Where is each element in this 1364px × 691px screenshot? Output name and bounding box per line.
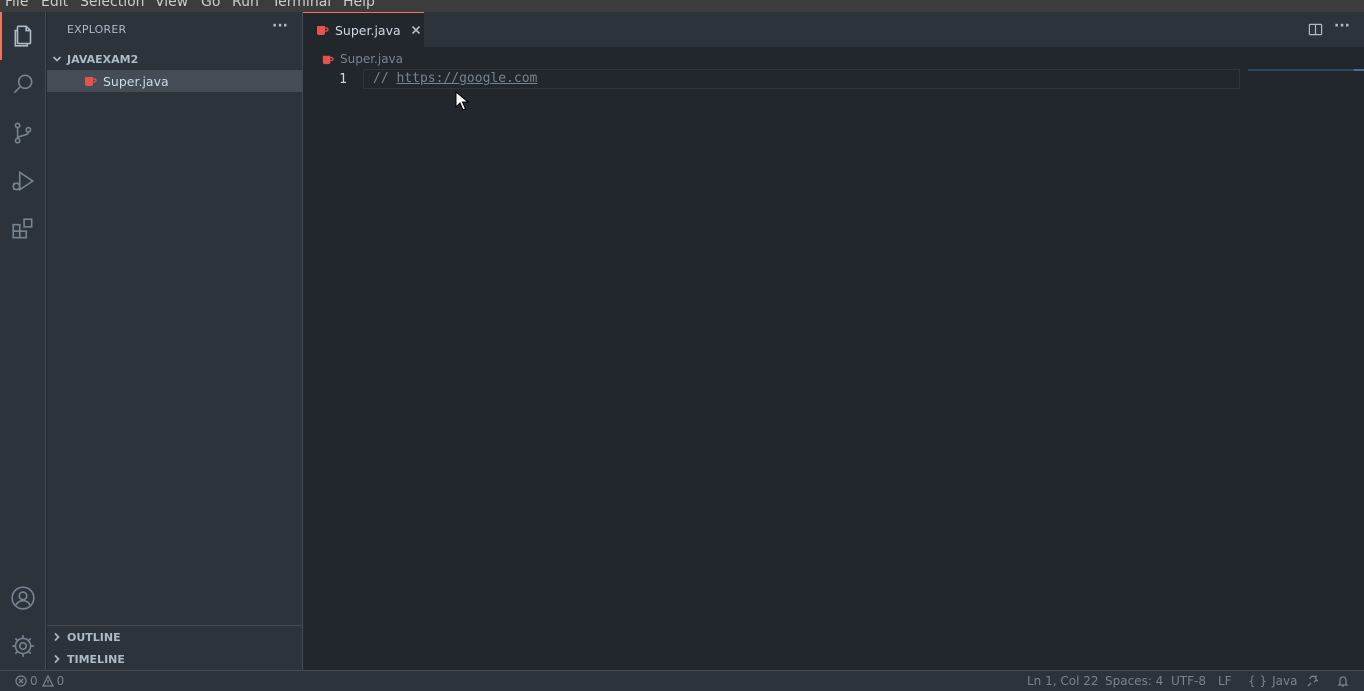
breadcrumb[interactable]: Super.java: [321, 52, 403, 66]
file-tree-item-label: Super.java: [103, 73, 169, 89]
extensions-activity-button[interactable]: [0, 205, 46, 253]
menu-view[interactable]: View: [155, 0, 188, 10]
status-bar: 0 0 Ln 1, Col 22 Spaces: 4 UTF-8 LF { } …: [0, 670, 1364, 691]
line-number: 1: [339, 72, 347, 87]
indentation-setting[interactable]: Spaces: 4: [1105, 674, 1163, 688]
run-debug-icon: [12, 170, 35, 192]
tab-super-java[interactable]: Super.java: [303, 12, 424, 47]
outline-section-header[interactable]: OUTLINE: [47, 626, 303, 648]
source-control-activity-button[interactable]: [0, 109, 46, 157]
feedback-button[interactable]: [1307, 675, 1319, 687]
folder-section-header[interactable]: JAVAEXAM2: [47, 48, 303, 70]
activity-bar: [0, 12, 46, 670]
mouse-pointer-icon: [455, 91, 469, 111]
account-icon: [11, 586, 35, 610]
notifications-button[interactable]: [1337, 675, 1349, 687]
folder-name: JAVAEXAM2: [67, 52, 139, 66]
language-label: Java: [1272, 674, 1298, 688]
search-activity-button[interactable]: [0, 60, 46, 108]
menu-go[interactable]: Go: [201, 0, 220, 10]
minimap[interactable]: [1248, 69, 1364, 71]
sidebar-bottom-sections: OUTLINE TIMELINE: [47, 625, 303, 666]
split-editor-icon: [1308, 23, 1323, 36]
comment-prefix: //: [373, 71, 397, 86]
bell-icon: [1337, 676, 1349, 687]
run-debug-activity-button[interactable]: [0, 157, 46, 205]
menu-help[interactable]: Help: [343, 0, 375, 10]
error-icon: [15, 675, 27, 687]
timeline-section-header[interactable]: TIMELINE: [47, 648, 303, 670]
timeline-section-label: TIMELINE: [67, 652, 125, 666]
menu-run[interactable]: Run: [232, 0, 259, 10]
chevron-right-icon: [47, 632, 67, 642]
cursor-position[interactable]: Ln 1, Col 22: [1027, 674, 1099, 688]
manage-button[interactable]: [0, 622, 46, 670]
language-mode[interactable]: { } Java: [1248, 674, 1297, 688]
editor-more-actions-button[interactable]: ···: [1334, 18, 1350, 34]
warning-icon: [41, 675, 54, 687]
menu-file[interactable]: File: [5, 0, 28, 10]
minimap-slider[interactable]: [1354, 69, 1364, 71]
java-icon: [85, 77, 97, 86]
sidebar-title: EXPLORER: [67, 23, 127, 36]
encoding-setting[interactable]: UTF-8: [1171, 674, 1206, 688]
menu-terminal[interactable]: Terminal: [272, 0, 331, 10]
error-count: 0: [30, 674, 38, 688]
menu-bar: File Edit Selection View Go Run Terminal…: [0, 0, 1364, 12]
java-icon: [317, 26, 329, 35]
search-icon: [13, 74, 33, 94]
accounts-button[interactable]: [0, 574, 46, 622]
outline-section-label: OUTLINE: [67, 630, 121, 644]
code-line[interactable]: // https://google.com: [373, 71, 537, 86]
code-editor[interactable]: Super.java 1 // https://google.com: [303, 47, 1364, 670]
comment-url-link[interactable]: https://google.com: [396, 71, 537, 86]
explorer-sidebar: EXPLORER ··· JAVAEXAM2 Super.java OUTLIN…: [47, 12, 303, 670]
feedback-icon: [1307, 675, 1319, 687]
files-icon: [14, 25, 32, 47]
tab-label: Super.java: [335, 22, 401, 38]
editor-tab-bar: Super.java ···: [303, 12, 1364, 47]
gear-icon: [12, 635, 34, 657]
eol-setting[interactable]: LF: [1218, 674, 1232, 688]
file-tree-item-super-java[interactable]: Super.java: [47, 70, 303, 92]
extensions-icon: [12, 218, 33, 239]
problems-indicator[interactable]: 0 0: [15, 674, 64, 688]
menu-selection[interactable]: Selection: [80, 0, 145, 10]
braces-icon: { }: [1248, 674, 1268, 688]
split-editor-button[interactable]: [1308, 22, 1323, 37]
warning-count: 0: [56, 674, 65, 688]
close-icon: [411, 25, 420, 35]
breadcrumb-file-label: Super.java: [340, 52, 404, 66]
explorer-more-actions-button[interactable]: ···: [272, 18, 288, 34]
source-control-icon: [14, 122, 32, 144]
chevron-down-icon: [47, 54, 67, 64]
chevron-right-icon: [47, 654, 67, 664]
menu-edit[interactable]: Edit: [41, 0, 68, 10]
java-icon: [322, 55, 334, 64]
tab-close-button[interactable]: [409, 23, 423, 37]
explorer-activity-button[interactable]: [0, 12, 46, 60]
